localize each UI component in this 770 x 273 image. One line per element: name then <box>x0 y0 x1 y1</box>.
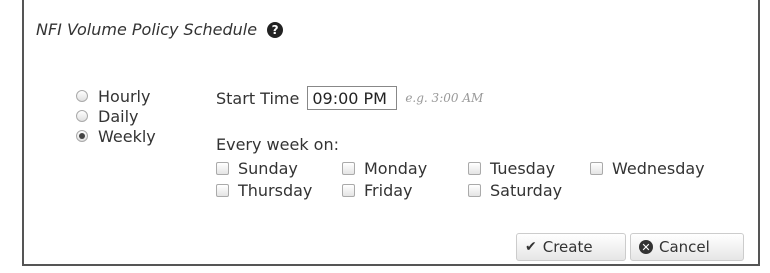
create-button[interactable]: ✔ Create <box>516 233 626 261</box>
checkmark-icon: ✔ <box>525 239 537 255</box>
radio-label-weekly: Weekly <box>98 126 156 146</box>
dialog-title: NFI Volume Policy Schedule ? <box>36 20 284 39</box>
frequency-option-hourly[interactable]: Hourly <box>76 86 156 106</box>
day-label-thursday: Thursday <box>238 181 313 200</box>
checkbox-monday[interactable] <box>342 162 355 175</box>
checkbox-thursday[interactable] <box>216 184 229 197</box>
day-label-wednesday: Wednesday <box>612 159 705 178</box>
day-option-thursday[interactable]: Thursday <box>216 181 312 200</box>
day-option-saturday[interactable]: Saturday <box>468 181 562 200</box>
question-circle-icon[interactable]: ? <box>267 21 284 38</box>
start-time-row: Start Time e.g. 3:00 AM <box>216 86 483 110</box>
radio-daily[interactable] <box>76 110 88 122</box>
day-option-tuesday[interactable]: Tuesday <box>468 159 555 178</box>
radio-label-daily: Daily <box>98 106 139 126</box>
radio-label-hourly: Hourly <box>98 86 151 106</box>
frequency-radio-group: Hourly Daily Weekly <box>76 86 156 146</box>
start-time-label: Start Time <box>216 88 300 108</box>
start-time-hint: e.g. 3:00 AM <box>405 91 484 105</box>
day-label-monday: Monday <box>364 159 428 178</box>
checkbox-wednesday[interactable] <box>590 162 603 175</box>
frequency-option-daily[interactable]: Daily <box>76 106 156 126</box>
checkbox-tuesday[interactable] <box>468 162 481 175</box>
day-option-sunday[interactable]: Sunday <box>216 159 298 178</box>
every-week-label: Every week on: <box>216 135 339 154</box>
radio-hourly[interactable] <box>76 90 88 102</box>
weekday-checkbox-group: Sunday Monday Tuesday Wednesday Thursday… <box>216 159 736 203</box>
cancel-button[interactable]: ✕ Cancel <box>630 233 744 261</box>
dialog-title-text: NFI Volume Policy Schedule <box>36 20 258 39</box>
day-label-tuesday: Tuesday <box>490 159 556 178</box>
radio-weekly[interactable] <box>76 130 88 142</box>
day-label-sunday: Sunday <box>238 159 298 178</box>
checkbox-sunday[interactable] <box>216 162 229 175</box>
day-option-wednesday[interactable]: Wednesday <box>590 159 705 178</box>
day-label-saturday: Saturday <box>490 181 563 200</box>
day-option-friday[interactable]: Friday <box>342 181 413 200</box>
start-time-input[interactable] <box>307 86 398 110</box>
day-option-monday[interactable]: Monday <box>342 159 427 178</box>
day-label-friday: Friday <box>364 181 413 200</box>
cancel-button-label: Cancel <box>659 238 710 256</box>
close-circle-icon: ✕ <box>639 240 653 254</box>
frequency-option-weekly[interactable]: Weekly <box>76 126 156 146</box>
checkbox-friday[interactable] <box>342 184 355 197</box>
create-button-label: Create <box>542 238 593 256</box>
checkbox-saturday[interactable] <box>468 184 481 197</box>
